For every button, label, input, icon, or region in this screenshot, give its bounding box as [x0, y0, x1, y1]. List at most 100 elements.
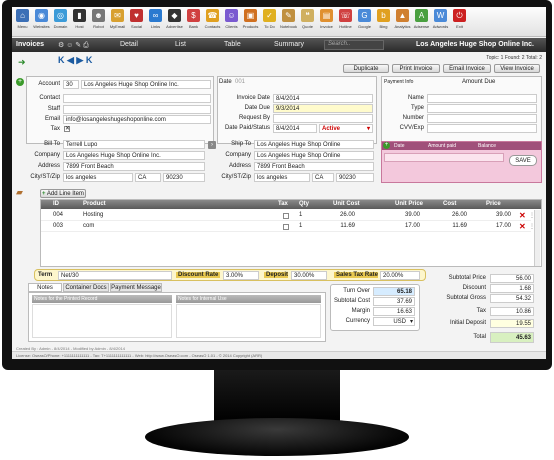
- copy-arrow-icon[interactable]: ›: [208, 141, 216, 149]
- discount-rate-field[interactable]: 3.00%: [223, 271, 259, 280]
- date-due-field[interactable]: 9/3/2014: [273, 104, 373, 113]
- cell-product[interactable]: Hosting: [83, 211, 103, 220]
- delete-icon[interactable]: ✕: [519, 223, 526, 231]
- cell-unit-cost[interactable]: 11.69: [311, 222, 355, 231]
- toolbar-item-robot[interactable]: ☻ Robot: [90, 9, 107, 36]
- cell-product[interactable]: com: [83, 222, 94, 231]
- toolbar-item-bing[interactable]: b Bing: [375, 9, 392, 36]
- toolbar-item-bank[interactable]: $ Bank: [185, 9, 202, 36]
- staff-field[interactable]: [63, 105, 211, 114]
- status-select[interactable]: Active ▾: [319, 124, 373, 133]
- toolbar-item-products[interactable]: ▣ Products: [242, 9, 259, 36]
- request-by-field[interactable]: [273, 114, 373, 123]
- print-invoice-button[interactable]: Print Invoice: [392, 64, 440, 73]
- view-invoice-button[interactable]: View Invoice: [494, 64, 540, 73]
- cvv-field[interactable]: [427, 124, 537, 133]
- email-invoice-button[interactable]: Email Invoice: [443, 64, 491, 73]
- ship-state-field[interactable]: CA: [312, 173, 334, 182]
- cell-unit-price[interactable]: 39.00: [376, 211, 420, 220]
- cell-id[interactable]: 004: [53, 211, 63, 220]
- card-name-field[interactable]: [427, 94, 537, 103]
- ship-to-name[interactable]: Los Angeles Huge Shop Online: [254, 140, 374, 149]
- tab-payment-message[interactable]: Payment Message: [110, 283, 162, 292]
- toolbar-item-to-do[interactable]: ✓ To Do: [261, 9, 278, 36]
- cell-price[interactable]: 17.00: [467, 222, 511, 231]
- tab-table[interactable]: Table: [224, 41, 241, 48]
- card-type-field[interactable]: [427, 104, 537, 113]
- cell-qty[interactable]: 1: [299, 222, 302, 231]
- ship-zip-field[interactable]: 90230: [336, 173, 374, 182]
- tab-detail[interactable]: Detail: [120, 41, 138, 48]
- toolbar-item-host[interactable]: ▮ Host: [71, 9, 88, 36]
- contact-field[interactable]: [63, 94, 211, 103]
- cell-cost[interactable]: 11.69: [423, 222, 467, 231]
- delete-icon[interactable]: ✕: [519, 212, 526, 220]
- printed-notes-field[interactable]: [32, 304, 172, 338]
- payment-entry-row[interactable]: [384, 153, 504, 162]
- save-payment-button[interactable]: SAVE: [509, 155, 537, 166]
- toolbar-item-analytics[interactable]: ▲ Analytics: [394, 9, 411, 36]
- cell-cost[interactable]: 26.00: [423, 211, 467, 220]
- new-record-icon[interactable]: ➜: [18, 57, 26, 68]
- tab-summary[interactable]: Summary: [274, 41, 304, 48]
- search-input[interactable]: Search..: [324, 40, 384, 50]
- table-scrollbar[interactable]: [534, 210, 540, 266]
- account-name[interactable]: Los Angeles Huge Shop Online Inc.: [81, 80, 211, 89]
- toolbar-item-myemail[interactable]: ✉ MyEmail: [109, 9, 126, 36]
- toolbar-item-exit[interactable]: ⏻ Exit: [451, 9, 468, 36]
- toolbar-item-websites[interactable]: ◉ Websites: [33, 9, 50, 36]
- toolbar-item-adwords[interactable]: W Adwords: [432, 9, 449, 36]
- bill-state-field[interactable]: CA: [135, 173, 161, 182]
- add-account-icon[interactable]: +: [16, 78, 24, 86]
- bill-to-name[interactable]: Terrell Lupo: [63, 140, 205, 149]
- nav-icons[interactable]: ⚙ ☺ ✎ ⎙: [58, 41, 89, 50]
- ship-city-field[interactable]: los angeles: [254, 173, 310, 182]
- toolbar-item-menu[interactable]: ⌂ Menu: [14, 9, 31, 36]
- email-field[interactable]: info@losangeleshugeshoponline.com: [63, 115, 211, 124]
- toolbar-item-google[interactable]: G Google: [356, 9, 373, 36]
- tax-checkbox[interactable]: [283, 224, 289, 230]
- record-nav-arrows-icon[interactable]: K ◀ ▶ K: [58, 55, 92, 66]
- bill-city-field[interactable]: los angeles: [63, 173, 133, 182]
- toolbar-item-advertise[interactable]: ◆ Advertise: [166, 9, 183, 36]
- tab-list[interactable]: List: [175, 41, 186, 48]
- toolbar-item-quote[interactable]: ❝ Quote: [299, 9, 316, 36]
- toolbar-item-hotline[interactable]: ☏ Hotline: [337, 9, 354, 36]
- tax-checkbox[interactable]: ✕: [64, 126, 70, 132]
- toolbar-item-contacts[interactable]: ☎ Contacts: [204, 9, 221, 36]
- cell-unit-price[interactable]: 17.00: [376, 222, 420, 231]
- cell-unit-cost[interactable]: 26.00: [311, 211, 355, 220]
- term-field[interactable]: Net/30: [58, 271, 172, 280]
- tab-notes[interactable]: Notes: [28, 283, 62, 292]
- toolbar-item-links[interactable]: ∞ Links: [147, 9, 164, 36]
- date-paid-field[interactable]: 8/4/2014: [273, 124, 317, 133]
- card-number-field[interactable]: [427, 114, 537, 123]
- cell-qty[interactable]: 1: [299, 211, 302, 220]
- add-payment-icon[interactable]: +: [383, 142, 390, 149]
- toolbar-item-invoice[interactable]: ▤ Invoice: [318, 9, 335, 36]
- add-line-item-button[interactable]: + Add Line Item: [40, 189, 86, 198]
- sales-tax-field[interactable]: 20.00%: [380, 271, 420, 280]
- tax-checkbox[interactable]: [283, 213, 289, 219]
- table-row[interactable]: 003 com 1 11.69 17.00 11.69 17.00 ✕ ⋮: [41, 222, 535, 232]
- deposit-field[interactable]: 30.00%: [291, 271, 327, 280]
- ship-company-field[interactable]: Los Angeles Huge Shop Online: [254, 151, 374, 160]
- bill-zip-field[interactable]: 90230: [163, 173, 205, 182]
- bill-company-field[interactable]: Los Angeles Huge Shop Online Inc.: [63, 151, 205, 160]
- bill-address-field[interactable]: 7899 Front Beach: [63, 162, 205, 171]
- cell-price[interactable]: 39.00: [467, 211, 511, 220]
- toolbar-item-domain[interactable]: ◎ Domain: [52, 9, 69, 36]
- toolbar-item-notebook[interactable]: ✎ Notebook: [280, 9, 297, 36]
- duplicate-button[interactable]: Duplicate: [343, 64, 389, 73]
- tab-container-docs[interactable]: Container Docs: [63, 283, 109, 292]
- cell-id[interactable]: 003: [53, 222, 63, 231]
- account-number[interactable]: 30: [63, 80, 79, 89]
- toolbar-item-social[interactable]: ♥ Social: [128, 9, 145, 36]
- internal-notes-field[interactable]: [176, 304, 321, 338]
- toolbar-item-clients[interactable]: ☺ Clients: [223, 9, 240, 36]
- toolbar-item-adsense[interactable]: A Adsense: [413, 9, 430, 36]
- ship-address-field[interactable]: 7899 Front Beach: [254, 162, 374, 171]
- table-row[interactable]: 004 Hosting 1 26.00 39.00 26.00 39.00 ✕ ⋮: [41, 211, 535, 221]
- currency-select[interactable]: USD ▾: [373, 317, 415, 326]
- invoice-date-field[interactable]: 8/4/2014: [273, 94, 373, 103]
